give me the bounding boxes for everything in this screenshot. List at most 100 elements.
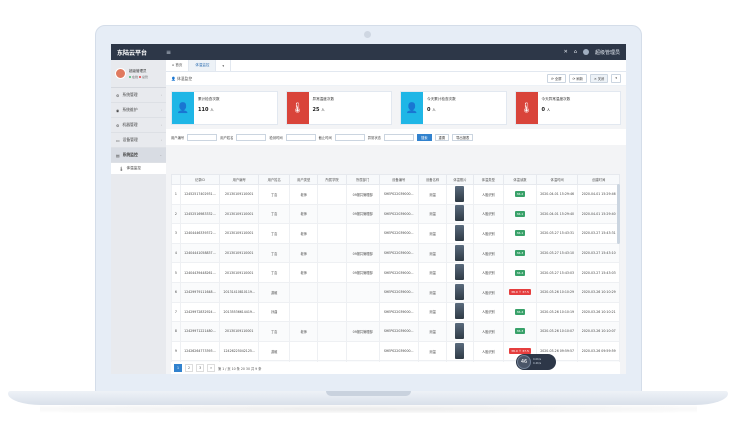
column-header[interactable]: 用户姓名 (258, 174, 290, 185)
column-header[interactable]: 设备名称 (417, 174, 448, 185)
table-cell: 20130109110001 (219, 184, 260, 205)
table-cell: 测温 (417, 340, 448, 362)
hamburger-icon[interactable]: ≡ (166, 49, 171, 56)
table-cell: 测温 (417, 223, 448, 244)
table-cell: 人脸识别 (472, 301, 505, 323)
column-header[interactable]: 记录ID (179, 174, 221, 185)
next-page-button[interactable]: » (207, 364, 216, 372)
tab-home[interactable]: ⌂ 首页 (166, 60, 190, 71)
tab-dropdown[interactable]: ▾ (216, 60, 232, 71)
avatar[interactable] (582, 49, 589, 55)
page-3-button[interactable]: 3 (196, 364, 205, 372)
user-name: 超级管理员 (129, 68, 147, 73)
table-cell: 36.1 (503, 223, 537, 244)
table-row[interactable]: 7 12429972832924... 20135536614419... 孙曲 SHE… (171, 301, 620, 323)
face-photo[interactable] (455, 185, 465, 202)
column-header[interactable]: 创建时间 (577, 174, 620, 185)
sidebar-sub-temperature[interactable]: 🌡 体温监控 (111, 163, 166, 174)
user-icon: 👤 (171, 75, 176, 81)
fullscreen-button[interactable]: ⟳ 全屏 (547, 74, 566, 83)
table-cell: 老师 (288, 223, 319, 244)
table-cell: 36.3 (503, 321, 537, 342)
table-cell: 12404446339372... (179, 223, 221, 244)
scrollbar[interactable] (617, 184, 620, 244)
face-photo[interactable] (455, 283, 465, 300)
face-photo[interactable] (455, 244, 465, 261)
close-icon[interactable]: ✕ (564, 49, 568, 55)
column-header[interactable]: 体温照片 (446, 174, 474, 185)
network-gauge: 46 (517, 355, 531, 369)
reset-button[interactable]: 重置 (434, 133, 450, 141)
table-cell: 测温 (417, 281, 448, 303)
table-cell (446, 223, 474, 244)
network-widget[interactable]: 46 0.0K/s 0.4K/s (516, 354, 556, 370)
table-row[interactable]: 2 12452516983332... 20130109110001 丁嘉 老师 09报共… (171, 203, 620, 225)
page-1-button[interactable]: 1 (174, 364, 183, 372)
table-row[interactable]: 5 12404439448261... 20130109110001 丁嘉 老师 09报共… (171, 262, 620, 283)
column-header[interactable]: 用户类型 (288, 174, 319, 185)
refresh-button[interactable]: ⟳ 刷新 (568, 74, 587, 83)
sidebar-item-machines[interactable]: ⚙ 机器管理 ‹ (111, 118, 166, 133)
table-cell: 人脸识别 (472, 321, 505, 342)
table-cell: 5 (171, 262, 181, 283)
home-icon[interactable]: ⌂ (574, 49, 577, 55)
table-row[interactable]: 8 12429971221480... 20130109110001 丁嘉 老师 09报共… (171, 321, 620, 342)
table-cell: 36.3 (503, 242, 537, 264)
column-header[interactable]: 体温时间 (535, 174, 579, 185)
table-cell: 人脸识别 (472, 340, 505, 362)
column-header[interactable]: 体温类型 (472, 174, 505, 185)
temperature-badge: 36.3 (514, 328, 526, 335)
end-time-input[interactable] (334, 133, 365, 141)
face-photo[interactable] (455, 264, 465, 281)
column-header[interactable]: 设备编号 (378, 174, 419, 185)
chevron-left-icon: ‹ (160, 123, 162, 127)
table-cell: 2020-03-27 15:43:10 (577, 242, 620, 264)
search-button[interactable]: 搜索 (416, 133, 432, 141)
table-cell: 测温 (417, 242, 448, 264)
table-cell: SHEP022039000... (378, 262, 419, 283)
table-row[interactable]: 4 12404441058837... 20130109110001 丁嘉 老师 09报共… (171, 242, 620, 264)
user-name-input[interactable] (236, 133, 267, 141)
export-button[interactable]: 导出报表 (452, 133, 474, 141)
column-header[interactable]: 所属部门 (345, 174, 380, 185)
column-header[interactable]: 用户编号 (219, 174, 260, 185)
table-cell: 12452516983332... (179, 203, 221, 225)
temperature-badge: 36.3 (514, 250, 526, 257)
sidebar-item-system[interactable]: ⚙ 系统管理 ‹ (111, 88, 166, 103)
page-2-button[interactable]: 2 (185, 364, 194, 372)
face-photo[interactable] (455, 303, 465, 320)
thermometer-icon: 🌡 (515, 92, 538, 124)
sidebar-item-monitor[interactable]: ▤ 系统监控 ⌄ (111, 148, 166, 163)
user-name[interactable]: 超级管理员 (595, 49, 620, 56)
table-header: 记录ID 用户编号 用户姓名 用户类型 所属学院 所属部门 设备编号 设备名称 体温照片 体温类型… (171, 174, 620, 185)
table-row[interactable]: 1 12452517402931... 20130109110001 丁嘉 老师 09报共… (171, 184, 620, 205)
table-cell (317, 281, 347, 303)
tab-temperature[interactable]: 体温监控 (189, 60, 217, 71)
stats-cards: 👤 累计检查次数 110 人 🌡 异常温度次数 25 人 👤 今天累计检查次数 0 人… (166, 86, 626, 125)
table-cell: 游维 (258, 340, 290, 362)
column-header[interactable]: 体温读数 (503, 174, 537, 185)
status-select[interactable] (383, 133, 414, 141)
start-time-input[interactable] (285, 133, 316, 141)
table-cell: 测温 (417, 262, 448, 283)
close-button[interactable]: ✕ 关闭 (589, 74, 609, 83)
face-photo[interactable] (455, 224, 465, 241)
temperature-badge: 36.4 (514, 308, 526, 315)
location-icon: ◉ (116, 107, 120, 113)
column-header[interactable] (171, 174, 181, 185)
face-photo[interactable] (455, 205, 465, 222)
sidebar-item-maintenance[interactable]: ◉ 系统维护 ‹ (111, 103, 166, 118)
table-cell (446, 321, 474, 342)
chevron-left-icon: ‹ (160, 108, 162, 112)
face-photo[interactable] (455, 342, 465, 359)
table-row[interactable]: 3 12404446339372... 20130109110001 丁嘉 老师 SHEP… (171, 223, 620, 244)
table-cell (446, 262, 474, 283)
table-cell (345, 340, 380, 362)
more-button[interactable]: ▾ (611, 74, 621, 83)
sidebar-item-devices[interactable]: ▭ 设备管理 ‹ (111, 133, 166, 148)
column-header[interactable]: 所属学院 (317, 174, 347, 185)
user-id-input[interactable] (187, 133, 218, 141)
face-photo[interactable] (455, 322, 465, 339)
table-cell: 6 (171, 281, 181, 303)
table-row[interactable]: 6 12429979111648... 20131410810119... 游维 SHE… (171, 281, 620, 303)
